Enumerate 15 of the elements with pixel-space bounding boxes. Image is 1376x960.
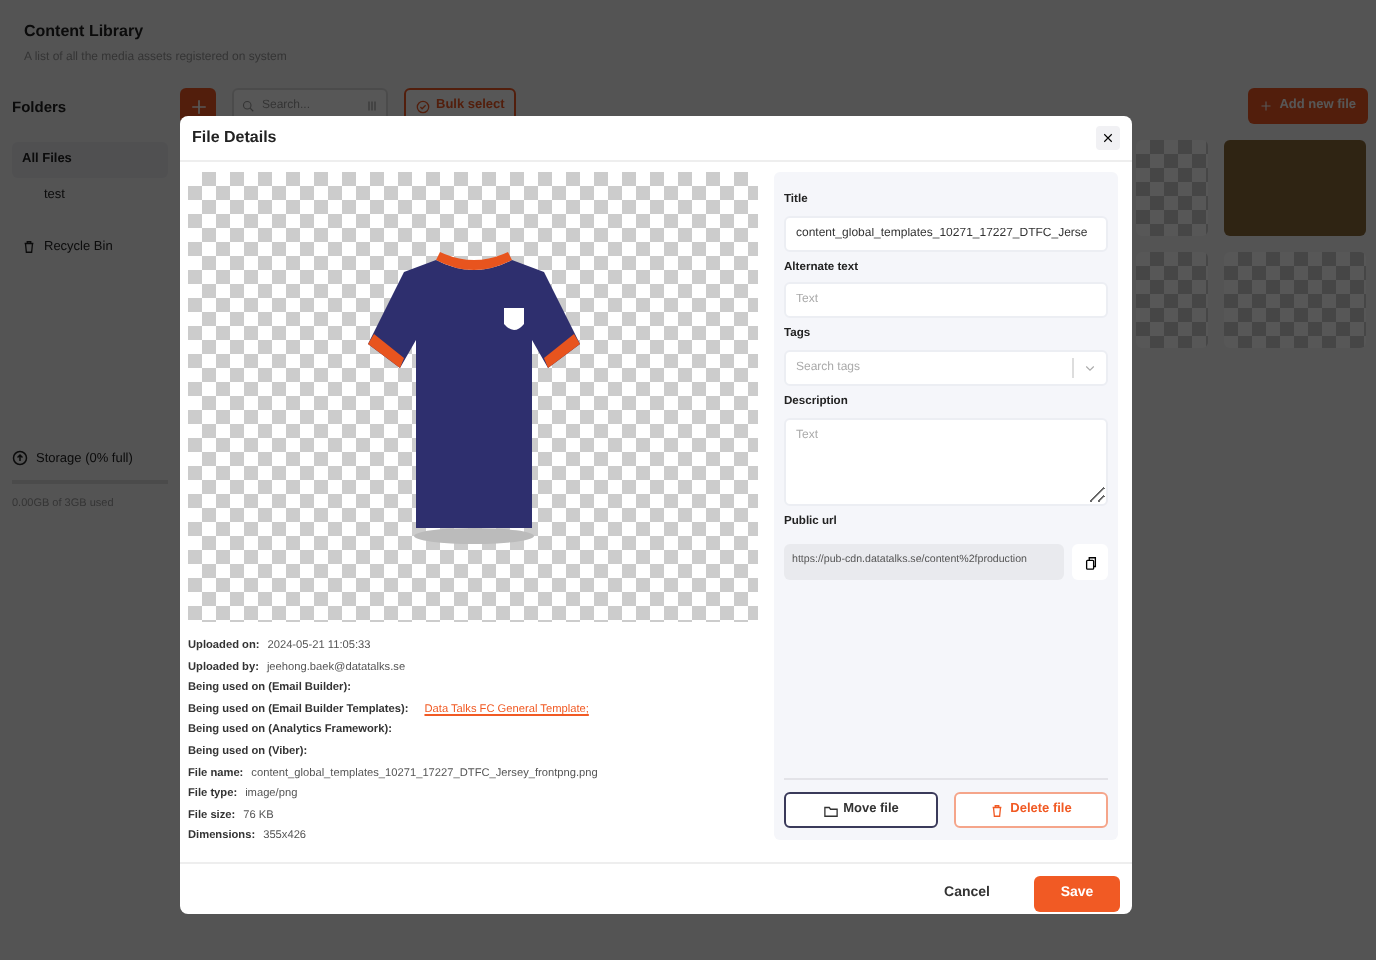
search-icon — [242, 100, 254, 112]
copy-icon — [1083, 555, 1097, 570]
trash-icon — [22, 240, 36, 255]
modal-title: File Details — [192, 126, 277, 150]
folder-icon — [823, 803, 838, 817]
close-icon — [1102, 132, 1114, 144]
copy-button[interactable] — [1072, 544, 1108, 581]
cloud-upload-icon — [12, 450, 28, 467]
check-circle-icon — [416, 99, 430, 113]
plus-icon — [1259, 100, 1272, 112]
close-button[interactable] — [1096, 126, 1120, 150]
page-title: Content Library — [24, 20, 146, 44]
chevron-down-icon — [1084, 362, 1096, 375]
trash-icon — [990, 803, 1005, 817]
photo-placeholder[interactable] — [1224, 140, 1366, 236]
